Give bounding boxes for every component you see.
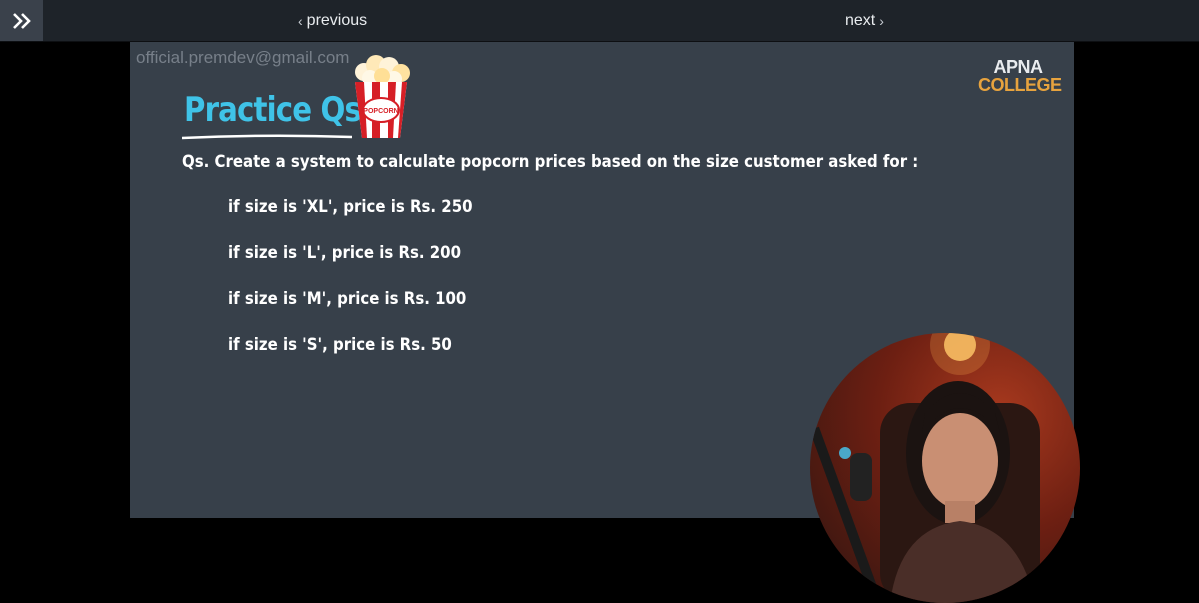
apna-college-logo: APNA COLLEGE [978, 57, 1062, 95]
presenter-webcam [810, 333, 1080, 603]
logo-line1: APNA [993, 57, 1043, 77]
title-underline [182, 134, 352, 140]
previous-label: previous [306, 11, 368, 29]
popcorn-icon: POPCORN [355, 55, 410, 138]
slide-title: Practice Qs [184, 90, 362, 130]
popcorn-label: POPCORN [363, 108, 398, 115]
logo-line2: COLLEGE [978, 75, 1062, 95]
next-link[interactable]: next › [845, 0, 884, 41]
chevron-left-icon: ‹ [298, 12, 303, 29]
double-chevron-right-icon [12, 12, 31, 29]
expand-sidebar-button[interactable] [0, 0, 43, 41]
condition-item: if size is 'M', price is Rs. 100 [228, 289, 467, 309]
previous-link[interactable]: ‹ previous [298, 0, 367, 41]
next-label: next [845, 11, 876, 29]
condition-item: if size is 'XL', price is Rs. 250 [228, 197, 473, 217]
presenter-image [810, 333, 1040, 603]
condition-item: if size is 'L', price is Rs. 200 [228, 243, 461, 263]
condition-item: if size is 'S', price is Rs. 50 [228, 335, 452, 355]
question-text: Qs. Create a system to calculate popcorn… [182, 152, 919, 172]
email-watermark: official.premdev@gmail.com [136, 48, 350, 67]
chevron-right-icon: › [879, 12, 884, 29]
top-nav-bar: ‹ previous next › [0, 0, 1199, 42]
